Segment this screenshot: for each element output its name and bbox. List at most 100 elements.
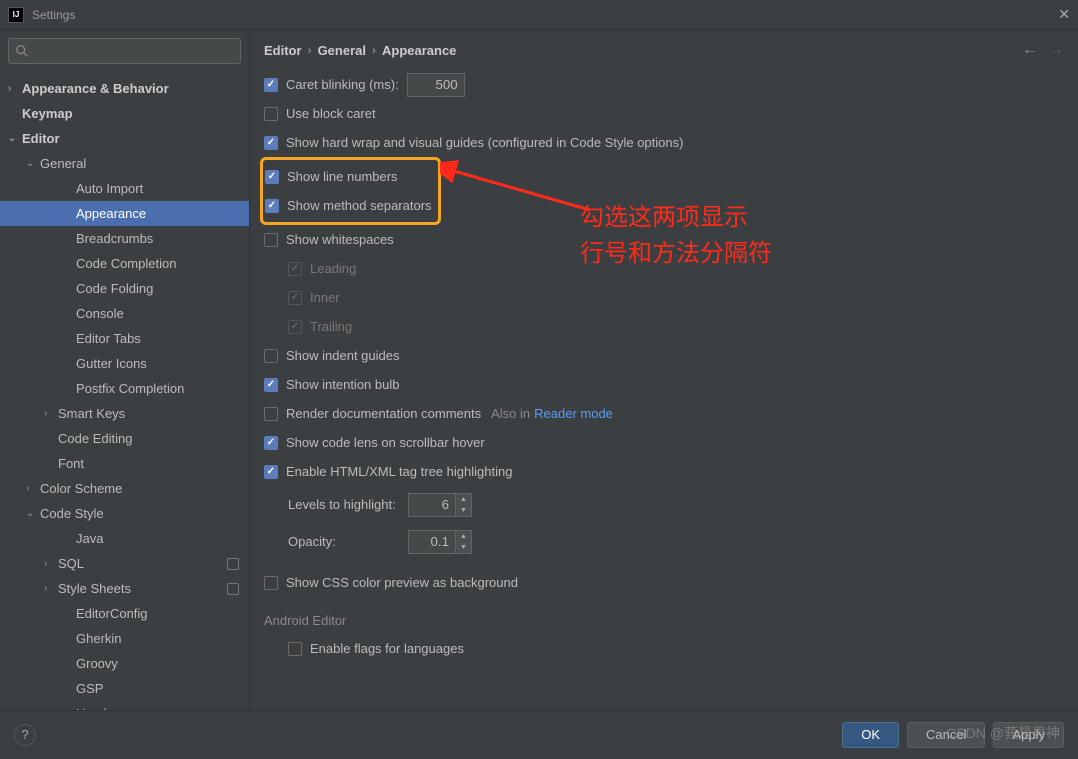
render-doc-checkbox[interactable] [264, 407, 278, 421]
sidebar-item-label: Haml [76, 706, 106, 710]
sidebar-item-label: Style Sheets [58, 581, 131, 596]
levels-spinner[interactable]: ▲▼ [408, 493, 472, 517]
show-whitespaces-checkbox[interactable] [264, 233, 278, 247]
breadcrumb-part: General [318, 43, 366, 58]
show-line-numbers-label: Show line numbers [287, 169, 398, 184]
trailing-checkbox[interactable] [288, 320, 302, 334]
spinner-up-icon[interactable]: ▲ [456, 494, 471, 505]
sidebar-item-haml[interactable]: Haml [0, 701, 249, 710]
search-input-wrapper[interactable] [8, 38, 241, 64]
sidebar-item-editor-tabs[interactable]: Editor Tabs [0, 326, 249, 351]
show-intention-bulb-checkbox[interactable] [264, 378, 278, 392]
sidebar-item-general[interactable]: ⌄General [0, 151, 249, 176]
sidebar-item-code-completion[interactable]: Code Completion [0, 251, 249, 276]
caret-blinking-checkbox[interactable] [264, 78, 278, 92]
sidebar-item-label: Breadcrumbs [76, 231, 153, 246]
caret-blinking-label: Caret blinking (ms): [286, 77, 399, 92]
sidebar-item-sql[interactable]: ›SQL [0, 551, 249, 576]
sidebar-item-appearance[interactable]: Appearance [0, 201, 249, 226]
sidebar-item-label: Gherkin [76, 631, 122, 646]
sidebar-item-keymap[interactable]: Keymap [0, 101, 249, 126]
sidebar-item-code-folding[interactable]: Code Folding [0, 276, 249, 301]
sidebar-item-smart-keys[interactable]: ›Smart Keys [0, 401, 249, 426]
sidebar-item-console[interactable]: Console [0, 301, 249, 326]
leading-checkbox[interactable] [288, 262, 302, 276]
sidebar-item-auto-import[interactable]: Auto Import [0, 176, 249, 201]
options-panel: Caret blinking (ms): Use block caret Sho… [250, 70, 1078, 710]
use-block-caret-checkbox[interactable] [264, 107, 278, 121]
show-indent-guides-checkbox[interactable] [264, 349, 278, 363]
android-editor-section: Android Editor [264, 613, 1064, 628]
sidebar-item-label: SQL [58, 556, 84, 571]
show-code-lens-checkbox[interactable] [264, 436, 278, 450]
sidebar-item-label: Appearance [76, 206, 146, 221]
sidebar-item-editor[interactable]: ⌄Editor [0, 126, 249, 151]
render-doc-label: Render documentation comments [286, 406, 481, 421]
inner-checkbox[interactable] [288, 291, 302, 305]
back-icon[interactable]: ← [1022, 41, 1038, 59]
spinner-down-icon[interactable]: ▼ [456, 542, 471, 553]
sidebar-item-java[interactable]: Java [0, 526, 249, 551]
breadcrumb-sep-icon: › [372, 43, 376, 57]
sidebar-item-breadcrumbs[interactable]: Breadcrumbs [0, 226, 249, 251]
sidebar-item-label: General [40, 156, 86, 171]
sidebar-item-label: Font [58, 456, 84, 471]
sidebar-item-code-editing[interactable]: Code Editing [0, 426, 249, 451]
sidebar-item-editorconfig[interactable]: EditorConfig [0, 601, 249, 626]
opacity-input[interactable] [408, 530, 456, 554]
ok-button[interactable]: OK [842, 722, 899, 748]
show-method-separators-checkbox[interactable] [265, 199, 279, 213]
sidebar-item-style-sheets[interactable]: ›Style Sheets [0, 576, 249, 601]
spinner-up-icon[interactable]: ▲ [456, 531, 471, 542]
search-input[interactable] [33, 44, 234, 58]
caret-blinking-input[interactable] [407, 73, 465, 97]
chevron-icon: › [44, 558, 58, 569]
sidebar-item-code-style[interactable]: ⌄Code Style [0, 501, 249, 526]
sidebar-item-color-scheme[interactable]: ›Color Scheme [0, 476, 249, 501]
show-whitespaces-label: Show whitespaces [286, 232, 394, 247]
sidebar-item-gutter-icons[interactable]: Gutter Icons [0, 351, 249, 376]
sidebar-item-label: Gutter Icons [76, 356, 147, 371]
footer: ? OK Cancel Apply [0, 710, 1078, 758]
sidebar-item-label: Code Editing [58, 431, 132, 446]
annotation-highlight-box: Show line numbers Show method separators [260, 157, 441, 225]
sidebar-item-label: Code Completion [76, 256, 176, 271]
sidebar-item-groovy[interactable]: Groovy [0, 651, 249, 676]
apply-button[interactable]: Apply [993, 722, 1064, 748]
sidebar-item-appearance-behavior[interactable]: ›Appearance & Behavior [0, 76, 249, 101]
inner-label: Inner [310, 290, 340, 305]
spinner-down-icon[interactable]: ▼ [456, 505, 471, 516]
breadcrumb-sep-icon: › [308, 43, 312, 57]
sidebar-item-postfix-completion[interactable]: Postfix Completion [0, 376, 249, 401]
show-line-numbers-checkbox[interactable] [265, 170, 279, 184]
sidebar-item-font[interactable]: Font [0, 451, 249, 476]
use-block-caret-label: Use block caret [286, 106, 376, 121]
window-title: Settings [32, 8, 75, 22]
forward-icon[interactable]: → [1048, 41, 1064, 59]
sidebar-item-gherkin[interactable]: Gherkin [0, 626, 249, 651]
breadcrumb: Editor › General › Appearance ← → [250, 30, 1078, 70]
enable-flags-checkbox[interactable] [288, 642, 302, 656]
reader-mode-link[interactable]: Reader mode [534, 406, 613, 421]
caret-blinking-row: Caret blinking (ms): [264, 70, 1064, 99]
show-hard-wrap-checkbox[interactable] [264, 136, 278, 150]
settings-tree[interactable]: ›Appearance & BehaviorKeymap⌄Editor⌄Gene… [0, 72, 249, 710]
sidebar-item-label: Smart Keys [58, 406, 125, 421]
levels-label: Levels to highlight: [288, 497, 408, 512]
sidebar-item-gsp[interactable]: GSP [0, 676, 249, 701]
show-hard-wrap-label: Show hard wrap and visual guides (config… [286, 135, 683, 150]
enable-html-xml-checkbox[interactable] [264, 465, 278, 479]
app-logo-icon: IJ [8, 7, 24, 23]
chevron-icon: ⌄ [26, 508, 40, 519]
levels-input[interactable] [408, 493, 456, 517]
sidebar-item-label: Keymap [22, 106, 73, 121]
sidebar-item-label: Auto Import [76, 181, 143, 196]
cancel-button[interactable]: Cancel [907, 722, 985, 748]
chevron-icon: › [44, 583, 58, 594]
sidebar-item-label: Color Scheme [40, 481, 122, 496]
sidebar-item-label: Java [76, 531, 103, 546]
show-css-preview-checkbox[interactable] [264, 576, 278, 590]
help-button[interactable]: ? [14, 724, 36, 746]
opacity-spinner[interactable]: ▲▼ [408, 530, 472, 554]
close-icon[interactable]: ✕ [1058, 6, 1070, 23]
